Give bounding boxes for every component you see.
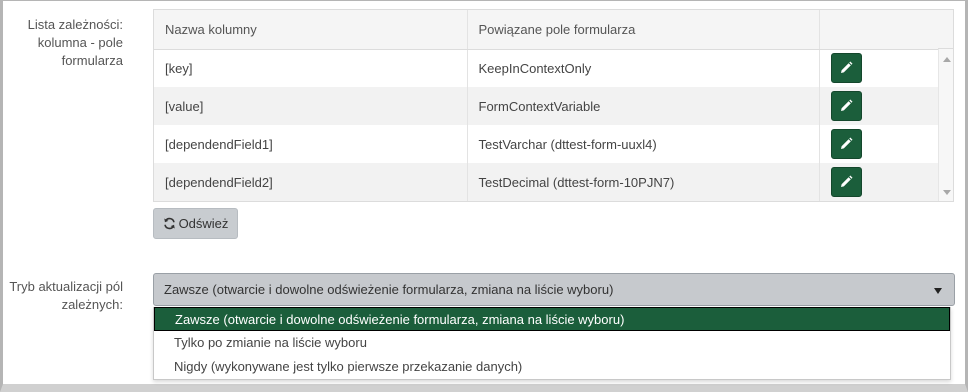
header-scroll-spacer: [938, 10, 953, 49]
actions-cell: [819, 49, 939, 87]
update-mode-option[interactable]: Zawsze (otwarcie i dowolne odświeżenie f…: [154, 307, 950, 331]
actions-cell: [819, 87, 939, 125]
table-row: [key] KeepInContextOnly: [154, 49, 939, 87]
table-row: [dependendField1] TestVarchar (dttest-fo…: [154, 125, 939, 163]
table-header-row: Nazwa kolumny Powiązane pole formularza: [154, 10, 939, 50]
linked-field-cell: FormContextVariable: [467, 87, 820, 125]
pencil-icon: [841, 175, 853, 187]
refresh-button-label: Odśwież: [178, 216, 229, 231]
dependency-table-container: Nazwa kolumny Powiązane pole formularza …: [153, 9, 954, 202]
linked-field-cell: KeepInContextOnly: [467, 49, 820, 87]
table-row: [value] FormContextVariable: [154, 87, 939, 125]
update-mode-option[interactable]: Nigdy (wykonywane jest tylko pierwsze pr…: [154, 355, 950, 379]
edit-button[interactable]: [830, 167, 862, 197]
actions-cell: [819, 163, 939, 201]
update-mode-select[interactable]: Zawsze (otwarcie i dowolne odświeżenie f…: [153, 273, 955, 306]
edit-button[interactable]: [830, 91, 862, 121]
column-name-cell: [value]: [154, 87, 468, 125]
scroll-up-arrow-icon[interactable]: [943, 57, 951, 62]
edit-button[interactable]: [830, 129, 862, 159]
column-name-cell: [key]: [154, 49, 468, 87]
linked-field-header: Powiązane pole formularza: [467, 10, 820, 50]
pencil-icon: [841, 137, 853, 149]
scroll-down-arrow-icon[interactable]: [943, 190, 951, 195]
column-name-cell: [dependendField1]: [154, 125, 468, 163]
refresh-icon: [163, 217, 175, 230]
update-mode-selected-value: Zawsze (otwarcie i dowolne odświeżenie f…: [164, 282, 614, 297]
edit-button[interactable]: [830, 53, 862, 84]
update-mode-option[interactable]: Tylko po zmianie na liście wyboru: [154, 331, 950, 355]
linked-field-cell: TestDecimal (dttest-form-10PJN7): [467, 163, 820, 201]
refresh-button[interactable]: Odśwież: [153, 208, 238, 239]
column-name-cell: [dependendField2]: [154, 163, 468, 201]
table-row: [dependendField2] TestDecimal (dttest-fo…: [154, 163, 939, 201]
pencil-icon: [841, 99, 853, 111]
update-mode-label: Tryb aktualizacji pól zależnych:: [9, 279, 123, 312]
dependency-table: Nazwa kolumny Powiązane pole formularza …: [154, 10, 939, 201]
dependency-list-label: Lista zależności: kolumna - pole formula…: [27, 17, 123, 68]
pencil-icon: [841, 61, 853, 74]
column-name-header: Nazwa kolumny: [154, 10, 468, 50]
table-scrollbar[interactable]: [938, 49, 953, 201]
update-mode-dropdown: Zawsze (otwarcie i dowolne odświeżenie f…: [153, 307, 951, 380]
actions-header: [819, 10, 939, 50]
chevron-down-icon: [934, 288, 942, 294]
actions-cell: [819, 125, 939, 163]
linked-field-cell: TestVarchar (dttest-form-uuxl4): [467, 125, 820, 163]
